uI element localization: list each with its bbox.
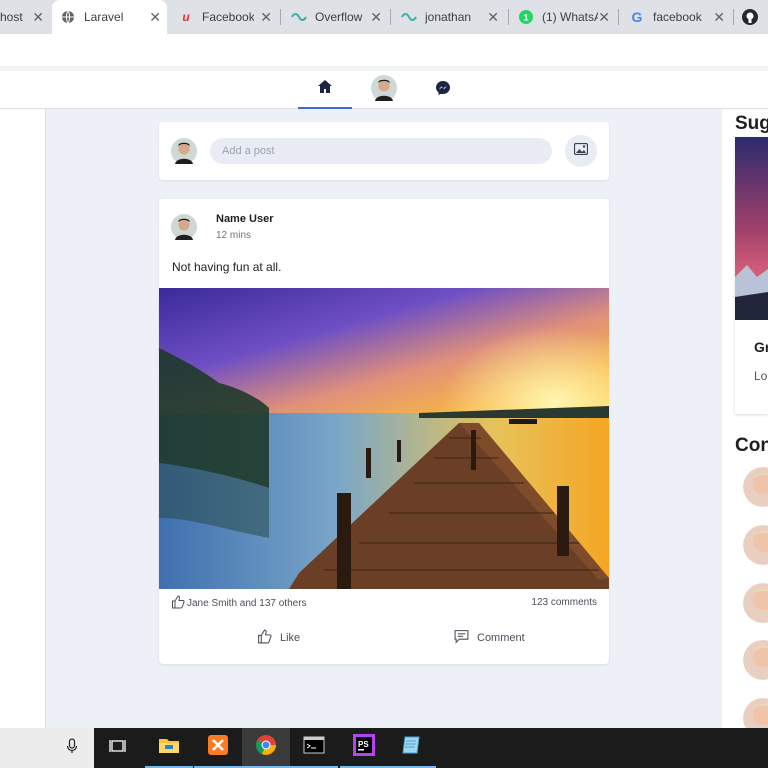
google-icon: G <box>631 9 643 25</box>
post-card: Name User 12 mins Not having fun at all. <box>159 199 609 664</box>
tab-separator <box>390 9 391 25</box>
tab-laravel[interactable]: Laravel ✕ <box>52 0 167 34</box>
chrome-icon <box>255 734 277 761</box>
taskbar-file-explorer[interactable] <box>145 728 193 768</box>
taskbar-phpstorm[interactable]: PS <box>340 728 388 768</box>
home-icon <box>317 79 333 99</box>
likes-text: Jane Smith and 137 others <box>187 598 307 609</box>
tab-title: jonathan <box>425 10 471 24</box>
file-explorer-icon <box>158 736 180 759</box>
close-icon[interactable]: ✕ <box>487 10 499 24</box>
notepad-icon <box>401 735 423 760</box>
likes-summary[interactable]: Jane Smith and 137 others <box>171 595 307 612</box>
tab-overflow[interactable]: Overflow ✕ <box>283 0 388 34</box>
tab-google-facebook[interactable]: G facebook ✕ <box>621 0 731 34</box>
tab-separator <box>618 9 619 25</box>
close-icon[interactable]: ✕ <box>370 10 382 24</box>
tab-title: facebook <box>653 10 702 24</box>
close-icon[interactable]: ✕ <box>598 10 610 24</box>
post-author[interactable]: Name User <box>216 213 273 225</box>
browser-tab-strip: host ✕ Laravel ✕ u Facebook ✕ Overflow ✕… <box>0 0 768 34</box>
tab-whatsapp[interactable]: 1 (1) WhatsApp ✕ <box>510 0 616 34</box>
close-icon[interactable]: ✕ <box>260 10 272 24</box>
profile-avatar <box>371 74 397 106</box>
task-view-button[interactable] <box>94 728 142 768</box>
browser-toolbar <box>0 34 768 66</box>
left-sidebar <box>0 109 46 729</box>
add-post-input[interactable] <box>210 138 552 164</box>
post-image <box>159 288 609 589</box>
nav-messenger[interactable] <box>416 71 470 109</box>
tab-title: Facebook <box>202 10 254 24</box>
thumbs-up-icon <box>171 595 185 612</box>
xampp-icon <box>207 734 229 761</box>
messenger-icon <box>435 80 451 101</box>
tab-facebook[interactable]: u Facebook ✕ <box>170 0 278 34</box>
tab-title: host <box>0 10 23 24</box>
suggestions-heading: Sug <box>735 113 768 134</box>
suggestion-image <box>735 137 768 320</box>
windows-taskbar: PS <box>0 728 768 768</box>
laracasts-icon: u <box>182 10 190 24</box>
thumbs-up-icon <box>257 629 280 647</box>
task-view-icon <box>109 738 127 759</box>
tab-host[interactable]: host ✕ <box>0 0 50 34</box>
add-photo-button[interactable] <box>565 135 597 167</box>
tab-title: Overflow <box>315 10 363 24</box>
tab-title: Laravel <box>84 10 124 24</box>
tab-github[interactable] <box>734 0 768 34</box>
like-label: Like <box>280 632 301 644</box>
taskbar-terminal[interactable] <box>290 728 338 768</box>
close-icon[interactable]: ✕ <box>32 10 44 24</box>
suggestion-card[interactable]: Gr Lo ad <box>735 137 768 414</box>
post-composer <box>159 122 609 180</box>
suggestion-name: Gr <box>754 339 768 355</box>
tab-separator <box>508 9 509 25</box>
comments-count[interactable]: 123 comments <box>531 597 597 608</box>
taskbar-notepad[interactable] <box>388 728 436 768</box>
tab-title: (1) WhatsApp <box>542 10 598 24</box>
image-icon <box>573 142 589 160</box>
post-time: 12 mins <box>216 230 252 241</box>
taskbar-xampp[interactable] <box>194 728 242 768</box>
avatar <box>171 138 197 169</box>
tab-separator <box>280 9 281 25</box>
tailwind-icon <box>291 9 307 25</box>
contacts-heading: Con <box>735 435 768 456</box>
app-navbar <box>0 71 768 109</box>
nav-home[interactable] <box>298 71 352 109</box>
taskbar-chrome[interactable] <box>242 728 290 768</box>
phpstorm-icon: PS <box>353 733 375 761</box>
tailwind-icon <box>401 9 417 25</box>
comment-icon <box>454 629 477 647</box>
like-button[interactable]: Like <box>257 627 300 649</box>
svg-text:PS: PS <box>358 740 369 749</box>
globe-icon <box>60 9 76 25</box>
terminal-icon <box>303 736 325 759</box>
nav-profile[interactable] <box>357 71 411 109</box>
comment-button[interactable]: Comment <box>454 627 525 649</box>
comment-label: Comment <box>477 632 525 644</box>
tab-jonathan[interactable]: jonathan ✕ <box>393 0 505 34</box>
suggestion-description: Lo ad <box>754 369 768 383</box>
post-text: Not having fun at all. <box>172 260 282 274</box>
microphone-button[interactable] <box>48 728 96 768</box>
avatar <box>171 214 197 245</box>
whatsapp-icon: 1 <box>518 9 534 25</box>
svg-text:1: 1 <box>523 13 528 23</box>
close-icon[interactable]: ✕ <box>149 10 161 24</box>
close-icon[interactable]: ✕ <box>713 10 725 24</box>
microphone-icon <box>66 737 78 759</box>
github-icon <box>742 9 758 25</box>
